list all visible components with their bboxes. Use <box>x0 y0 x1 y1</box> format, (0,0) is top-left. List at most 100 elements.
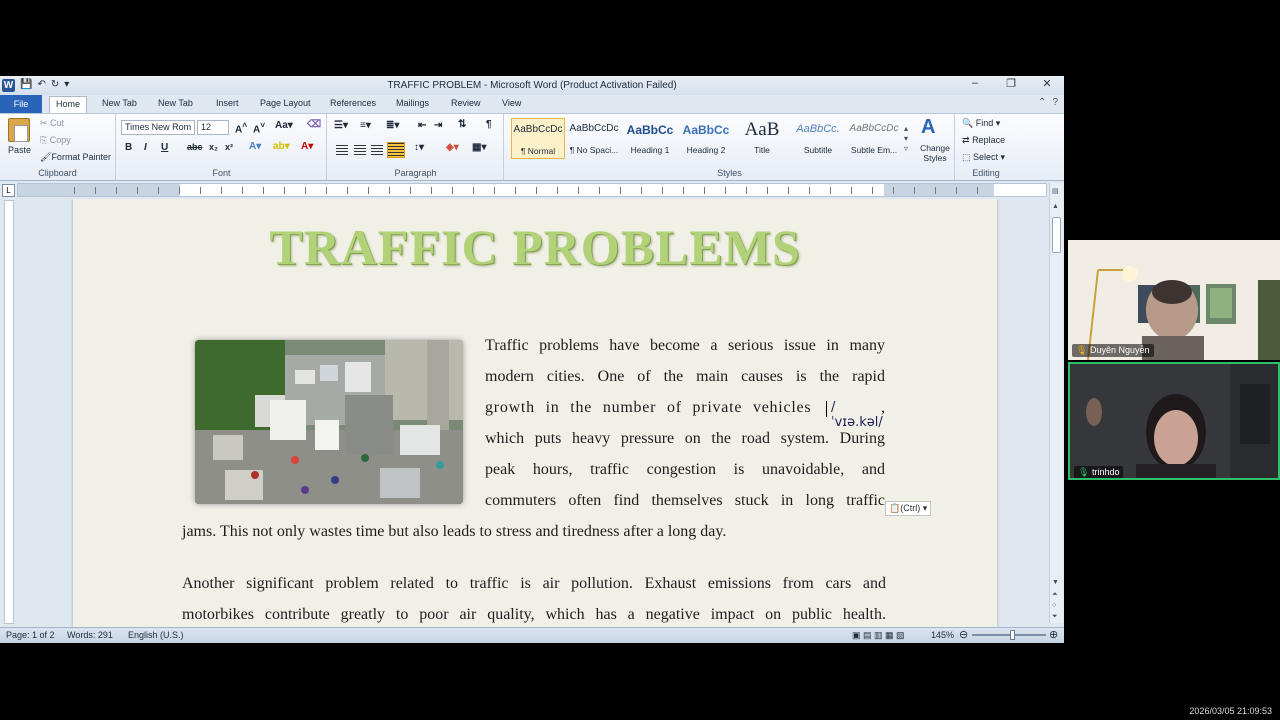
replace-button[interactable]: ⇄ Replace <box>962 135 1005 146</box>
mic-active-icon: 🎙 <box>1078 467 1090 477</box>
view-buttons-icon[interactable]: ▣ ▤ ▥ ▦ ▧ <box>852 630 905 641</box>
participant-1-label: Duyên Nguyễn <box>1089 345 1150 355</box>
zoom-out-icon[interactable]: ⊖ <box>959 628 968 641</box>
next-page-icon[interactable]: ⏷ <box>1052 613 1058 621</box>
style-heading-2[interactable]: AaBbCc Heading 2 <box>679 118 733 159</box>
increase-indent-icon[interactable]: ⇥ <box>434 120 442 131</box>
clear-formatting-icon[interactable]: ⌫ <box>307 119 321 130</box>
tab-new-tab-1[interactable]: New Tab <box>102 98 137 108</box>
minimize-icon[interactable]: – <box>964 77 986 90</box>
font-family-select[interactable]: Times New Rom <box>121 120 195 135</box>
window-title: TRAFFIC PROBLEM - Microsoft Word (Produc… <box>387 80 677 91</box>
change-case-icon[interactable]: Aa▾ <box>275 120 293 131</box>
text-effects-icon[interactable]: A▾ <box>249 141 261 152</box>
vertical-scrollbar[interactable]: ▤ ▲ ▼ ⏶ ○ ⏷ <box>1049 183 1063 623</box>
grow-font-icon[interactable]: A˄ <box>235 120 247 135</box>
select-label: Select <box>973 152 999 162</box>
tab-view[interactable]: View <box>502 98 521 108</box>
previous-page-icon[interactable]: ⏶ <box>1052 591 1058 599</box>
italic-icon[interactable]: I <box>144 142 147 153</box>
clipboard-label: Clipboard <box>38 168 77 178</box>
traffic-photo[interactable] <box>195 340 463 504</box>
collapse-ribbon-icon[interactable]: ⌃ <box>1038 97 1046 108</box>
ruler-toggle-icon[interactable]: ▤ <box>1052 187 1059 195</box>
highlight-icon[interactable]: ab▾ <box>273 141 290 152</box>
paste-options-button[interactable]: 📋(Ctrl) ▾ <box>885 501 931 516</box>
underline-icon[interactable]: U <box>161 142 168 153</box>
browse-object-icon[interactable]: ○ <box>1052 602 1056 609</box>
borders-icon[interactable]: ▦▾ <box>472 142 486 153</box>
align-center-icon[interactable] <box>354 145 366 155</box>
format-painter-button[interactable]: 🖌Format Painter <box>40 152 111 163</box>
scroll-down-icon[interactable]: ▼ <box>1052 579 1059 586</box>
line-spacing-icon[interactable]: ↕▾ <box>414 142 424 153</box>
shading-icon[interactable]: ◈▾ <box>446 142 459 153</box>
styles-scroll[interactable]: ▴ ▾ ▿ <box>904 124 908 154</box>
vertical-ruler[interactable] <box>4 200 14 624</box>
tab-selector[interactable]: L <box>2 184 15 197</box>
subscript-icon[interactable]: x₂ <box>209 142 218 152</box>
style-subtitle[interactable]: AaBbCc. Subtitle <box>791 118 845 159</box>
restore-icon[interactable]: ❐ <box>1000 77 1022 90</box>
tab-home[interactable]: Home <box>49 96 88 113</box>
style-no-spacing[interactable]: AaBbCcDc ¶ No Spaci... <box>567 118 621 159</box>
close-icon[interactable]: ✕ <box>1036 77 1058 90</box>
bold-icon[interactable]: B <box>125 142 132 153</box>
strikethrough-icon[interactable]: abc <box>187 142 203 152</box>
tab-new-tab-2[interactable]: New Tab <box>158 98 193 108</box>
document-page[interactable]: TRAFFIC PROBLEMS Traffic problems have b… <box>73 199 997 627</box>
paste-icon[interactable] <box>8 118 30 142</box>
scroll-thumb[interactable] <box>1052 217 1061 253</box>
pilcrow-icon[interactable]: ¶ <box>486 119 492 130</box>
style-title[interactable]: AaB Title <box>735 118 789 159</box>
paragraph-1-line: which puts heavy pressure on the road sy… <box>485 430 885 447</box>
style-normal[interactable]: AaBbCcDc ¶ Normal <box>511 118 565 159</box>
zoom-slider[interactable] <box>972 634 1046 636</box>
style-heading-1[interactable]: AaBbCc Heading 1 <box>623 118 677 159</box>
language-indicator[interactable]: English (U.S.) <box>128 630 184 640</box>
decrease-indent-icon[interactable]: ⇤ <box>418 120 426 131</box>
tab-references[interactable]: References <box>330 98 376 108</box>
numbering-icon[interactable]: ≡▾ <box>360 120 371 131</box>
title-bar: W 💾 ↶ ↻ ▾ TRAFFIC PROBLEM - Microsoft Wo… <box>0 76 1064 95</box>
align-right-icon[interactable] <box>371 145 383 155</box>
bullets-icon[interactable]: ☰▾ <box>334 120 348 131</box>
find-button[interactable]: 🔍 Find ▾ <box>962 118 1000 129</box>
justify-icon[interactable] <box>387 142 405 158</box>
font-color-icon[interactable]: A▾ <box>301 141 313 152</box>
font-size-select[interactable]: 12 <box>197 120 229 135</box>
paragraph-2-line: motorbikes contribute greatly to poor ai… <box>182 606 886 623</box>
change-styles-button[interactable]: Change Styles <box>917 143 953 163</box>
shrink-font-icon[interactable]: A˅ <box>253 120 265 135</box>
superscript-icon[interactable]: x² <box>225 142 233 152</box>
change-styles-icon[interactable]: A <box>921 116 935 139</box>
align-left-icon[interactable] <box>336 145 348 155</box>
paragraph-1-line: peak hours, traffic congestion is unavoi… <box>485 461 885 478</box>
copy-button[interactable]: ⎘ Copy <box>40 135 71 146</box>
comma: , <box>881 399 885 416</box>
select-button[interactable]: ⬚ Select ▾ <box>962 152 1005 163</box>
paste-button[interactable]: Paste <box>8 145 31 155</box>
tab-review[interactable]: Review <box>451 98 481 108</box>
zoom-in-icon[interactable]: ⊕ <box>1049 628 1058 641</box>
paragraph-1-last-line: jams. This not only wastes time but also… <box>182 523 727 540</box>
page-count[interactable]: Page: 1 of 2 <box>6 630 55 640</box>
style-subtle-emphasis[interactable]: AaBbCcDc Subtle Em... <box>847 118 901 159</box>
sort-icon[interactable]: ⇅ <box>458 119 466 130</box>
cut-button[interactable]: ✂ Cut <box>40 118 64 129</box>
zoom-level[interactable]: 145% <box>931 630 954 640</box>
tab-insert[interactable]: Insert <box>216 98 239 108</box>
tab-mailings[interactable]: Mailings <box>396 98 429 108</box>
word-count[interactable]: Words: 291 <box>67 630 113 640</box>
participant-video-1[interactable]: 🎙 Duyên Nguyễn <box>1068 240 1280 360</box>
tab-page-layout[interactable]: Page Layout <box>260 98 311 108</box>
clipboard-group: Paste ✂ Cut ⎘ Copy 🖌Format Painter Clipb… <box>0 114 116 180</box>
zoom-slider-thumb[interactable] <box>1010 630 1015 640</box>
multilevel-list-icon[interactable]: ≣▾ <box>386 120 399 131</box>
editing-group: 🔍 Find ▾ ⇄ Replace ⬚ Select ▾ Editing <box>956 114 1016 180</box>
horizontal-ruler[interactable] <box>17 183 1047 197</box>
participant-video-2[interactable]: 🎙 trinhdo <box>1068 362 1280 480</box>
help-icon[interactable]: ? <box>1052 97 1058 108</box>
tab-file[interactable]: File <box>0 95 42 113</box>
scroll-up-icon[interactable]: ▲ <box>1052 203 1059 210</box>
